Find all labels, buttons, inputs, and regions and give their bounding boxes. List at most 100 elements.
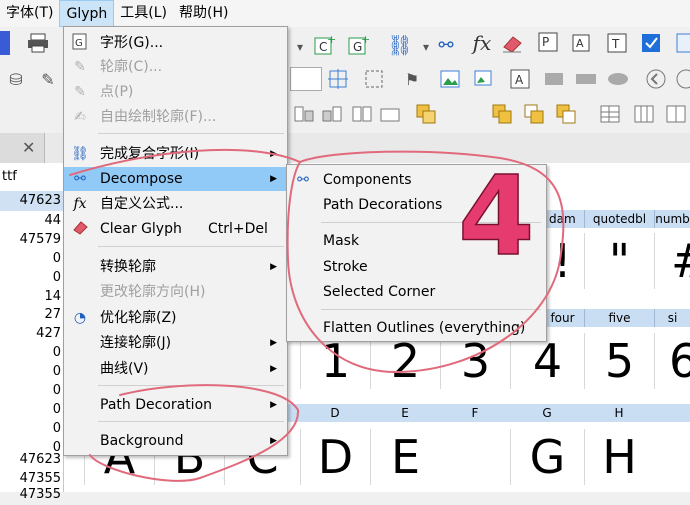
columns-icon[interactable] <box>664 102 688 126</box>
broken-link-icon[interactable]: ⚯ <box>434 33 458 57</box>
table-row[interactable]: 47623 <box>0 450 63 470</box>
overlap-icon[interactable] <box>414 102 438 126</box>
menu-item-custom-formula[interactable]: fx 自定义公式... <box>64 192 287 216</box>
glyph-cell-E[interactable]: E <box>370 429 440 485</box>
align-bottom-icon[interactable] <box>320 102 344 126</box>
submenu-item-components[interactable]: ⚯ Components <box>287 168 546 192</box>
svg-text:G: G <box>75 38 83 49</box>
dropdown-arrow-icon[interactable]: ▾ <box>288 35 312 59</box>
ellipse-shape-icon[interactable] <box>606 67 630 91</box>
back-arrow-icon[interactable] <box>644 67 668 91</box>
close-icon[interactable]: ✕ <box>22 138 35 157</box>
color-swatch-icon[interactable] <box>0 31 10 55</box>
glyph-cell-six[interactable]: 6 <box>654 333 690 389</box>
distribute-icon[interactable] <box>378 102 402 126</box>
link-icon[interactable]: ⛓ <box>387 33 412 57</box>
table-row[interactable]: 47579 <box>0 230 63 250</box>
optimize-icon: ◔ <box>73 310 87 326</box>
eraser-icon[interactable] <box>500 31 524 55</box>
menu-font[interactable]: 字体(T) <box>0 0 59 27</box>
union-icon[interactable] <box>490 102 514 126</box>
fill-bucket-icon[interactable]: ⛁ <box>4 67 28 91</box>
table-row[interactable]: 0 <box>0 343 63 363</box>
align-right-icon[interactable] <box>350 102 374 126</box>
menu-item-clear-glyph[interactable]: Clear Glyph Ctrl+Del <box>64 217 287 241</box>
grid-view-icon[interactable] <box>672 31 690 55</box>
text-tool-icon[interactable]: T <box>606 31 630 55</box>
svg-text:+: + <box>361 34 369 46</box>
menu-item-join-outline[interactable]: 连接轮廓(J) ▶ <box>64 331 287 355</box>
text-box-icon[interactable]: A <box>508 67 532 91</box>
menu-item-path-decoration[interactable]: Path Decoration ▶ <box>64 393 287 417</box>
menu-item-outline[interactable]: ✎ 轮廓(C)... <box>64 55 287 79</box>
align-left-icon[interactable] <box>292 102 316 126</box>
table-row[interactable]: 0 <box>0 249 63 269</box>
image-list-icon[interactable] <box>472 67 496 91</box>
glyph-cell-D[interactable]: D <box>300 429 370 485</box>
add-glyph-c-icon[interactable]: C + <box>312 33 336 57</box>
dictionary-icon[interactable]: A <box>572 31 596 55</box>
submenu-item-mask[interactable]: Mask <box>287 229 546 253</box>
menu-item-curve[interactable]: 曲线(V) ▶ <box>64 357 287 381</box>
table-row[interactable]: 0 <box>0 362 63 382</box>
select-box-icon[interactable] <box>362 67 386 91</box>
table-icon[interactable] <box>598 102 622 126</box>
table-row[interactable]: 44 <box>0 211 63 231</box>
glyph-cell-G[interactable]: G <box>510 429 584 485</box>
glyph-cell-five[interactable]: 5 <box>584 333 654 389</box>
menu-item-glyph[interactable]: G 字形(G)... <box>64 31 287 55</box>
zoom-combo[interactable] <box>290 67 322 91</box>
submenu-item-selected-corner[interactable]: Selected Corner <box>287 280 546 304</box>
intersect-icon[interactable] <box>554 102 578 126</box>
menu-item-point[interactable]: ✎ 点(P) <box>64 80 287 104</box>
table-row[interactable]: 47355 <box>0 485 63 505</box>
grid-icon[interactable] <box>632 102 656 126</box>
rect-shape-icon[interactable] <box>574 67 598 91</box>
table-row[interactable]: 47623 <box>0 191 63 211</box>
menu-item-background[interactable]: Background ▶ <box>64 429 287 453</box>
shortcut-label: Ctrl+Del <box>208 221 268 237</box>
forward-arrow-icon[interactable] <box>672 67 690 91</box>
broken-link-icon: ⚯ <box>74 171 86 187</box>
menu-item-decompose[interactable]: ⚯ Decompose ▶ <box>64 167 287 191</box>
properties-icon[interactable]: P <box>538 31 562 55</box>
submenu-item-path-decorations[interactable]: Path Decorations <box>287 193 546 217</box>
table-row[interactable]: 0 <box>0 400 63 420</box>
glyph-cell-quotedbl[interactable]: " <box>584 233 654 289</box>
table-row[interactable]: 0 <box>0 381 63 401</box>
table-row[interactable]: 427 <box>0 324 63 344</box>
glyph-cell-H[interactable]: H <box>584 429 654 485</box>
table-row[interactable]: 0 <box>0 268 63 288</box>
menu-tools[interactable]: 工具(L) <box>114 0 173 27</box>
table-row[interactable]: 14 <box>0 287 63 307</box>
document-tab[interactable]: ✕ <box>0 133 45 163</box>
glyph-header-numb: numb <box>654 210 690 228</box>
svg-text:A: A <box>515 73 524 87</box>
add-glyph-g-icon[interactable]: G + <box>346 33 370 57</box>
eraser-icon <box>70 219 90 239</box>
square-shape-icon[interactable] <box>542 67 566 91</box>
submenu-item-flatten-outlines[interactable]: Flatten Outlines (everything) <box>287 316 546 340</box>
menu-item-freehand[interactable]: ✍ 自由绘制轮廓(F)... <box>64 105 287 129</box>
glyph-cell-numbersign[interactable]: # <box>654 233 690 289</box>
print-icon[interactable] <box>26 31 50 55</box>
subtract-icon[interactable] <box>522 102 546 126</box>
menu-item-convert-outline[interactable]: 转换轮廓 ▶ <box>64 255 287 279</box>
glyph-header-five: five <box>584 309 654 327</box>
menu-item-optimize-outline[interactable]: ◔ 优化轮廓(Z) <box>64 306 287 330</box>
menu-help[interactable]: 帮助(H) <box>173 0 234 27</box>
menu-glyph[interactable]: Glyph <box>59 0 115 27</box>
checkbox-icon[interactable] <box>640 31 664 55</box>
menu-item-change-direction[interactable]: 更改轮廓方向(H) <box>64 280 287 304</box>
flag-icon[interactable]: ⚑ <box>400 67 424 91</box>
table-row[interactable]: 0 <box>0 419 63 439</box>
menu-bar: 字体(T) Glyph 工具(L) 帮助(H) <box>0 0 690 27</box>
image-icon[interactable] <box>438 67 462 91</box>
menu-item-complete-composite[interactable]: ⛓ 完成复合字形(I) ▶ <box>64 142 287 166</box>
move-icon[interactable] <box>326 67 350 91</box>
glyph-menu: G 字形(G)... ✎ 轮廓(C)... ✎ 点(P) ✍ 自由绘制轮廓(F)… <box>63 26 288 456</box>
table-row[interactable]: 27 <box>0 305 63 325</box>
brush-icon[interactable]: ✎ <box>36 67 60 91</box>
submenu-item-stroke[interactable]: Stroke <box>287 255 546 279</box>
fx-icon[interactable]: fx <box>470 31 494 55</box>
